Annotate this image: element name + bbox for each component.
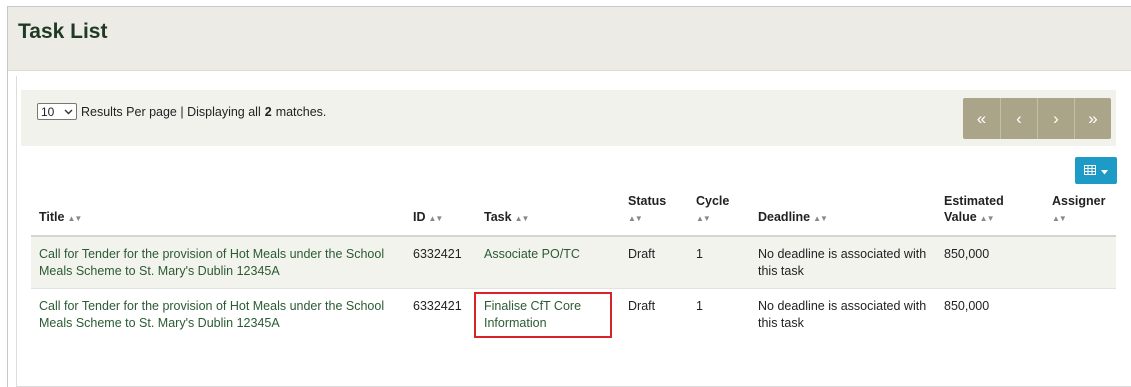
task-link[interactable]: Associate PO/TC [484,247,580,261]
row-status: Draft [620,236,688,289]
sort-arrows-icon[interactable]: ▲▼ [628,214,643,223]
row-status: Draft [620,288,688,346]
next-page-button[interactable]: › [1037,98,1074,139]
col-estimated-value[interactable]: Estimated Value ▲▼ [936,193,1044,237]
row-id: 6332421 [405,288,476,346]
pagination-bar: 10 Results Per page | Displaying all 2 m… [21,90,1116,146]
tender-title-link[interactable]: Call for Tender for the provision of Hot… [39,247,384,278]
row-deadline: No deadline is associated with this task [750,288,936,346]
col-cycle[interactable]: Cycle ▲▼ [688,193,750,237]
col-deadline[interactable]: Deadline ▲▼ [750,193,936,237]
match-count: 2 [264,104,272,119]
row-assigner [1044,288,1116,346]
chevron-down-icon [64,107,73,117]
results-per-page-select[interactable]: 10 [37,103,77,120]
col-assigner[interactable]: Assigner ▲▼ [1044,193,1116,237]
sort-arrows-icon[interactable]: ▲▼ [515,214,530,223]
matches-label: matches. [275,104,327,119]
tender-title-link[interactable]: Call for Tender for the provision of Hot… [39,299,384,330]
sort-arrows-icon[interactable]: ▲▼ [429,214,444,223]
row-deadline: No deadline is associated with this task [750,236,936,289]
col-task[interactable]: Task ▲▼ [476,193,620,237]
table-row: Call for Tender for the provision of Hot… [31,236,1116,289]
sort-arrows-icon[interactable]: ▲▼ [696,214,711,223]
row-assigner [1044,236,1116,289]
col-status[interactable]: Status ▲▼ [620,193,688,237]
column-toggle-button[interactable] [1075,157,1117,184]
results-per-page-label: Results Per page | Displaying all [81,104,261,119]
sort-arrows-icon[interactable]: ▲▼ [1052,214,1067,223]
panel-header: Task List [8,7,1131,71]
chevron-down-icon [1101,164,1108,178]
row-id: 6332421 [405,236,476,289]
table-row: Call for Tender for the provision of Hot… [31,288,1116,346]
col-id[interactable]: ID ▲▼ [405,193,476,237]
row-cycle: 1 [688,288,750,346]
sort-arrows-icon[interactable]: ▲▼ [67,214,82,223]
last-page-button[interactable]: » [1074,98,1111,139]
table-header-row: Title ▲▼ ID ▲▼ Task ▲▼ Status ▲▼ Cycle ▲▼ Dea… [31,193,1116,237]
col-title[interactable]: Title ▲▼ [31,193,405,237]
pager-buttons: « ‹ › » [963,98,1111,139]
row-estimated-value: 850,000 [936,288,1044,346]
task-table: Title ▲▼ ID ▲▼ Task ▲▼ Status ▲▼ Cycle ▲▼ Dea… [31,193,1116,346]
previous-page-button[interactable]: ‹ [1000,98,1037,139]
row-cycle: 1 [688,236,750,289]
grid-icon [1084,164,1096,178]
sort-arrows-icon[interactable]: ▲▼ [813,214,828,223]
task-link-highlighted[interactable]: Finalise CfT Core Information [474,292,612,338]
page-title: Task List [18,20,108,43]
first-page-button[interactable]: « [963,98,1000,139]
results-per-page: 10 Results Per page | Displaying all 2 m… [37,103,326,120]
row-estimated-value: 850,000 [936,236,1044,289]
sort-arrows-icon[interactable]: ▲▼ [980,214,995,223]
